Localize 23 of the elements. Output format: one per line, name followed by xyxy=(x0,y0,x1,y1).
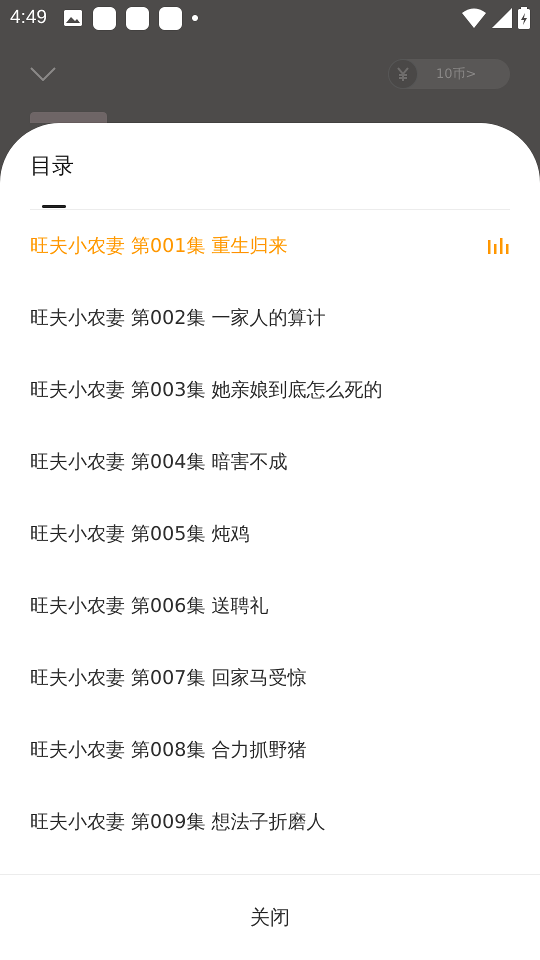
episode-item[interactable]: 旺夫小农妻 第008集 合力抓野猪 xyxy=(0,714,540,786)
battery-icon xyxy=(518,7,530,29)
episode-item[interactable]: 旺夫小农妻 第006集 送聘礼 xyxy=(0,570,540,642)
episode-item[interactable]: 旺夫小农妻 第003集 她亲娘到底怎么死的 xyxy=(0,354,540,426)
equalizer-icon xyxy=(488,238,510,254)
notification-icon xyxy=(92,6,116,30)
more-notifications-icon xyxy=(192,15,198,21)
episode-item[interactable]: 旺夫小农妻 第005集 炖鸡 xyxy=(0,498,540,570)
tab-indicator xyxy=(42,205,66,208)
close-button[interactable]: 关闭 xyxy=(238,898,302,937)
notification-icon xyxy=(126,6,149,30)
signal-icon xyxy=(492,8,512,28)
episode-item[interactable]: 旺夫小农妻 第007集 回家马受惊 xyxy=(0,642,540,714)
status-time: 4:49 xyxy=(10,7,47,29)
episode-item[interactable]: 旺夫小农妻 第002集 一家人的算计 xyxy=(0,282,540,354)
episode-item[interactable]: 旺夫小农妻 第009集 想法子折磨人 xyxy=(0,786,540,858)
chevron-down-icon[interactable] xyxy=(30,67,56,81)
yen-coin-icon xyxy=(388,59,418,89)
sheet-title: 目录 xyxy=(29,153,75,181)
image-icon xyxy=(62,9,83,27)
episode-item[interactable]: 旺夫小农妻 第004集 暗害不成 xyxy=(0,426,540,498)
wifi-icon xyxy=(462,8,486,28)
notification-icon xyxy=(158,6,182,30)
